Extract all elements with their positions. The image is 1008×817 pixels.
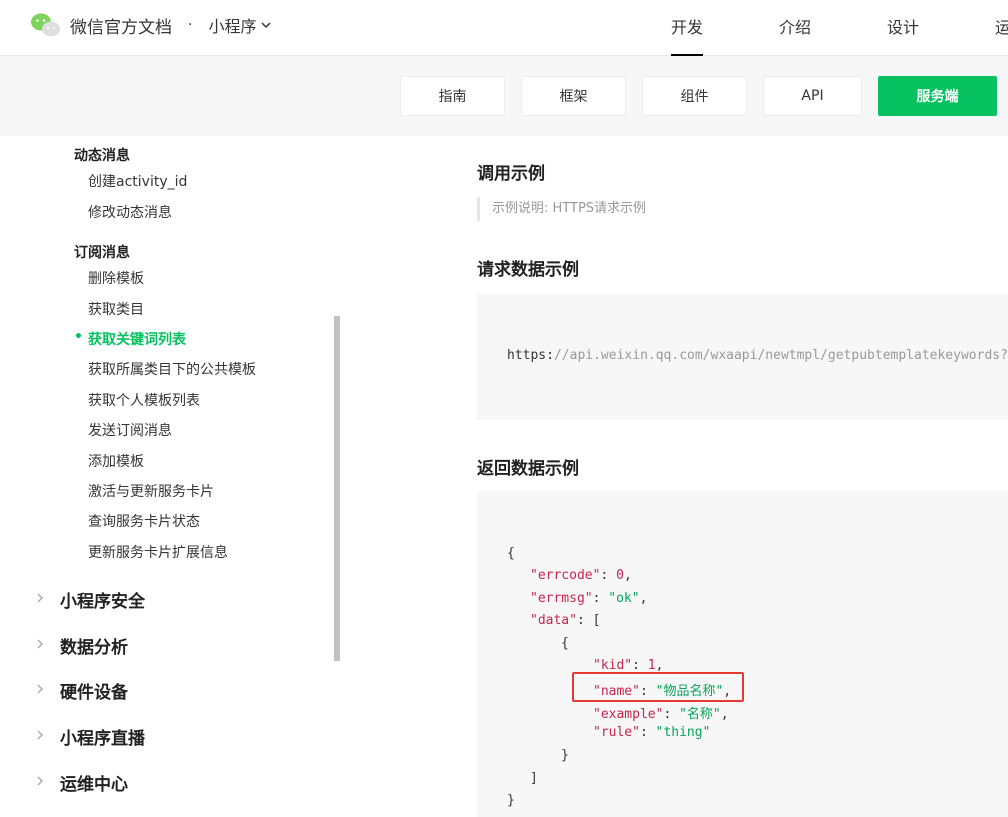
sidebar-group-live[interactable]: 小程序直播 [36, 724, 145, 749]
sidebar-item-create-activity-id[interactable]: 创建activity_id [88, 171, 187, 191]
sidebar-group-hardware[interactable]: 硬件设备 [36, 678, 128, 703]
chevron-right-icon [36, 638, 46, 654]
json-line: "rule": "thing" [593, 725, 711, 740]
sidebar-group-analytics[interactable]: 数据分析 [36, 633, 128, 658]
chevron-right-icon [36, 775, 46, 791]
json-line: } [561, 748, 569, 763]
request-code-block: https://api.weixin.qq.com/wxaapi/newtmpl… [477, 294, 1008, 420]
nav-item-design[interactable]: 设计 [887, 14, 919, 38]
tab-components[interactable]: 组件 [642, 76, 747, 116]
sidebar-item-get-public-templates[interactable]: 获取所属类目下的公共模板 [88, 359, 256, 379]
response-code-block: { "errcode": 0, "errmsg": "ok", "data": … [477, 491, 1008, 817]
sidebar-item-update-service-card[interactable]: 更新服务卡片扩展信息 [88, 542, 228, 562]
sidebar-group-label: 小程序直播 [60, 729, 145, 749]
url-path: api.weixin.qq.com/wxaapi/newtmpl/getpubt… [569, 348, 1008, 363]
json-line: { [561, 636, 569, 651]
sub-nav: 指南 框架 组件 API 服务端 [0, 56, 1008, 136]
sidebar-item-delete-template[interactable]: 删除模板 [88, 268, 144, 288]
sidebar-group-label: 硬件设备 [60, 683, 128, 703]
nav-item-intro[interactable]: 介绍 [779, 14, 811, 38]
tab-framework[interactable]: 框架 [521, 76, 626, 116]
nav-item-develop[interactable]: 开发 [671, 14, 704, 56]
sidebar-group-label: 运维中心 [60, 775, 128, 795]
sidebar-item-add-template[interactable]: 添加模板 [88, 451, 144, 471]
request-url: https://api.weixin.qq.com/wxaapi/newtmpl… [507, 348, 1008, 363]
sidebar-group-label: 小程序安全 [60, 592, 145, 612]
json-line: } [507, 793, 515, 808]
request-example-heading: 请求数据示例 [477, 260, 579, 280]
sidebar-item-send-subscribe-message[interactable]: 发送订阅消息 [88, 420, 172, 440]
sidebar-item-get-personal-templates[interactable]: 获取个人模板列表 [88, 390, 200, 410]
sidebar-group-security[interactable]: 小程序安全 [36, 587, 145, 612]
main-nav: 开发 介绍 设计 运 [0, 0, 1008, 56]
sidebar-item-get-category[interactable]: 获取类目 [88, 299, 144, 319]
tab-api[interactable]: API [763, 76, 862, 116]
sidebar-scrollbar[interactable] [334, 316, 340, 661]
sidebar-item-query-service-card[interactable]: 查询服务卡片状态 [88, 511, 200, 531]
json-line: "example": "名称", [593, 707, 729, 722]
highlight-box [572, 672, 744, 702]
sidebar-item-get-keywords[interactable]: 获取关键词列表 [88, 329, 186, 349]
call-example-heading: 调用示例 [477, 164, 545, 184]
json-line: { [507, 546, 515, 561]
chevron-right-icon [36, 683, 46, 699]
json-line: ] [530, 771, 538, 786]
json-line: "errmsg": "ok", [530, 591, 648, 606]
sidebar-item-activate-service-card[interactable]: 激活与更新服务卡片 [88, 481, 214, 501]
json-line: "kid": 1, [593, 658, 664, 673]
json-line: "data": [ [530, 613, 601, 628]
tab-server[interactable]: 服务端 [878, 76, 997, 116]
json-line: "errcode": 0, [530, 568, 632, 583]
active-bullet-icon: • [74, 329, 83, 345]
chevron-right-icon [36, 729, 46, 745]
sidebar-group-ops-center[interactable]: 运维中心 [36, 770, 128, 795]
tab-guide[interactable]: 指南 [400, 76, 505, 116]
sidebar-section-subscribe-message[interactable]: 订阅消息 [74, 242, 130, 262]
nav-item-operations[interactable]: 运 [995, 14, 1008, 38]
top-header: 微信官方文档 · 小程序 开发 介绍 设计 运 [0, 0, 1008, 56]
sidebar-item-update-dynamic-message[interactable]: 修改动态消息 [88, 202, 172, 222]
url-scheme: https: [507, 348, 554, 363]
example-note: 示例说明: HTTPS请求示例 [477, 197, 646, 221]
chevron-right-icon [36, 592, 46, 608]
sidebar-group-label: 数据分析 [60, 638, 128, 658]
sidebar-section-dynamic-message[interactable]: 动态消息 [74, 145, 130, 165]
sidebar: 动态消息 创建activity_id 修改动态消息 订阅消息 删除模板 获取类目… [0, 136, 334, 817]
url-slashes: // [553, 348, 570, 363]
response-example-heading: 返回数据示例 [477, 459, 579, 479]
